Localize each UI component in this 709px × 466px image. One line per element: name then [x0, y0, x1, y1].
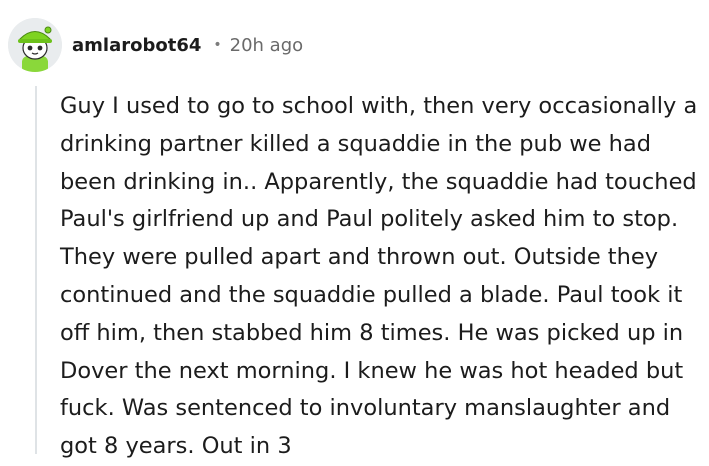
meta-separator: • [213, 37, 222, 53]
robot-avatar-icon [8, 18, 62, 72]
comment: amlarobot64 • 20h ago Guy I used to go t… [0, 0, 709, 459]
comment-timestamp[interactable]: 20h ago [230, 35, 304, 56]
thread-line[interactable] [35, 86, 37, 454]
comment-header: amlarobot64 • 20h ago [8, 16, 303, 74]
author-username[interactable]: amlarobot64 [72, 35, 201, 56]
comment-body: Guy I used to go to school with, then ve… [60, 93, 698, 460]
avatar[interactable] [8, 18, 62, 72]
